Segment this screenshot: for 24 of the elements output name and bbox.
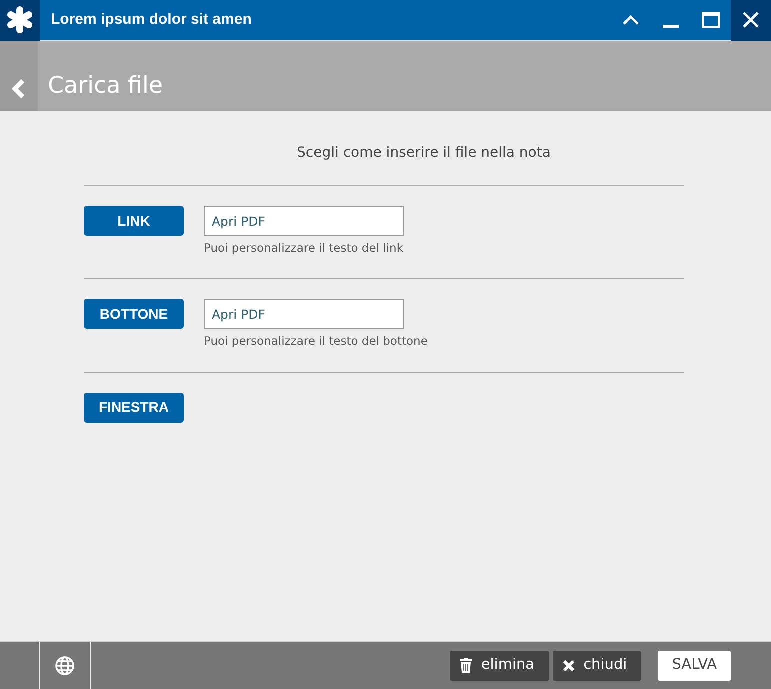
- close-button[interactable]: [731, 0, 771, 40]
- back-button[interactable]: [0, 41, 38, 111]
- asterisk-logo-icon: [6, 6, 34, 34]
- text-field[interactable]: Apri PDF: [204, 299, 404, 330]
- maximize-icon: [702, 12, 720, 28]
- globe-icon[interactable]: [55, 656, 75, 676]
- delete-button[interactable]: elimina: [450, 650, 549, 680]
- page-title: Carica file: [47, 72, 164, 100]
- trash-icon: [460, 658, 472, 673]
- hint-text: Puoi personalizzare il testo del bottone: [204, 333, 428, 350]
- close-button[interactable]: chiudi: [552, 650, 642, 680]
- back-icon: [12, 79, 26, 99]
- text-field[interactable]: Apri PDF: [204, 206, 404, 236]
- save-button[interactable]: SALVA: [658, 650, 731, 680]
- option-button[interactable]: BOTTONE: [84, 299, 184, 330]
- close-icon: [562, 660, 575, 672]
- option-button[interactable]: FINESTRA: [84, 392, 184, 422]
- hint-text: Puoi personalizzare il testo del link: [204, 240, 404, 257]
- close-icon: [743, 12, 759, 28]
- option-button[interactable]: LINK: [84, 206, 184, 236]
- instruction-text: Scegli come inserire il file nella nota: [296, 144, 552, 163]
- window-title: Lorem ipsum dolor sit amen: [50, 10, 253, 30]
- minimize-icon: [663, 24, 679, 28]
- chevron-up-icon: [623, 15, 639, 25]
